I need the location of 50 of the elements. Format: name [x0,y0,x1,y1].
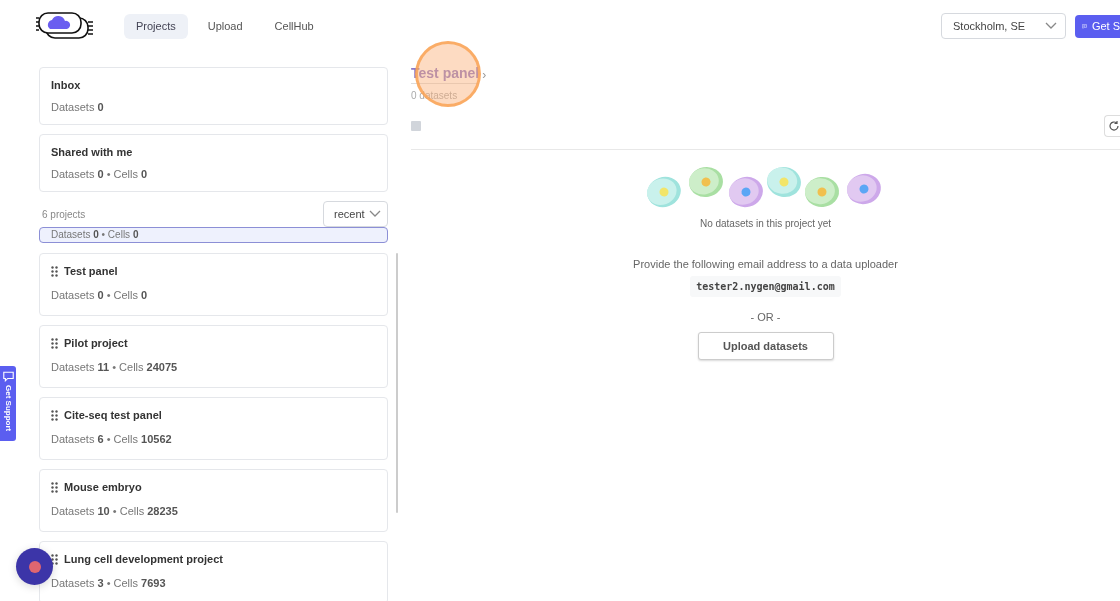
nav-tab[interactable]: CellHub [262,13,326,39]
drag-handle-icon[interactable] [51,409,58,421]
project-count: 6 projects [42,208,86,220]
card-stats: Datasets 3 • Cells 7693 [51,577,167,589]
chat-icon [2,371,14,382]
card-stats: Datasets 10 • Cells 28235 [51,505,179,517]
nav-tab[interactable]: Projects [124,13,188,39]
location-select[interactable]: Stockholm, SE [941,13,1066,39]
card-title: Lung cell development project [64,553,223,565]
project-card[interactable]: Cite-seq test panel Datasets 6 • Cells 10562 [39,397,388,460]
project-card[interactable]: Test panel Datasets 0 • Cells 0 [39,253,388,316]
card-stats: Datasets 0 [51,101,105,113]
upload-datasets-button[interactable]: Upload datasets [697,332,834,360]
folder-card[interactable]: Shared with me Datasets 0 • Cells 0 [39,134,388,192]
empty-message: No datasets in this project yet [699,218,832,229]
get-support-button[interactable]: Get S [1075,14,1120,38]
chevron-down-icon [369,210,381,218]
card-title: Cite-seq test panel [64,409,162,421]
scrollbar[interactable] [396,253,398,513]
project-card[interactable]: Lung cell development project Datasets 3 • Cells 7693 [39,541,388,601]
folder-card[interactable]: Inbox Datasets 0 [39,67,388,125]
project-card[interactable]: Mouse embryo Datasets 10 • Cells 28235 [39,469,388,532]
card-stats: Datasets 11 • Cells 24075 [51,361,179,373]
select-all-checkbox[interactable] [411,121,421,131]
chevron-down-icon [1045,22,1057,30]
instruction-text: Provide the following email address to a data uploader [633,258,898,270]
sort-select[interactable]: recent [323,201,388,227]
email-address: tester2.nygen@gmail.com [690,276,841,297]
refresh-button[interactable] [1104,115,1120,137]
drag-handle-icon[interactable] [51,481,58,493]
drag-handle-icon[interactable] [51,265,58,277]
project-card[interactable]: Datasets 0 • Cells 0 [39,227,388,243]
card-stats: Datasets 6 • Cells 10562 [51,433,173,445]
get-support-tab[interactable]: Get Support [0,366,16,441]
nav-tab[interactable]: Upload [195,13,255,39]
card-stats: Datasets 0 • Cells 0 [51,229,140,240]
logo-icon[interactable] [36,12,94,40]
card-title: Test panel [64,265,118,277]
card-stats: Datasets 0 • Cells 0 [51,289,149,301]
card-title: Shared with me [51,146,134,158]
drag-handle-icon[interactable] [51,337,58,349]
card-stats: Datasets 0 • Cells 0 [51,168,149,180]
chevron-right: › [482,67,487,82]
card-title: Pilot project [64,337,128,349]
record-button[interactable] [16,548,53,585]
card-title: Inbox [51,79,82,91]
project-card[interactable]: Pilot project Datasets 11 • Cells 24075 [39,325,388,388]
or-divider-text: - OR - [750,311,781,323]
card-title: Mouse embryo [64,481,142,493]
refresh-icon [1108,120,1120,132]
